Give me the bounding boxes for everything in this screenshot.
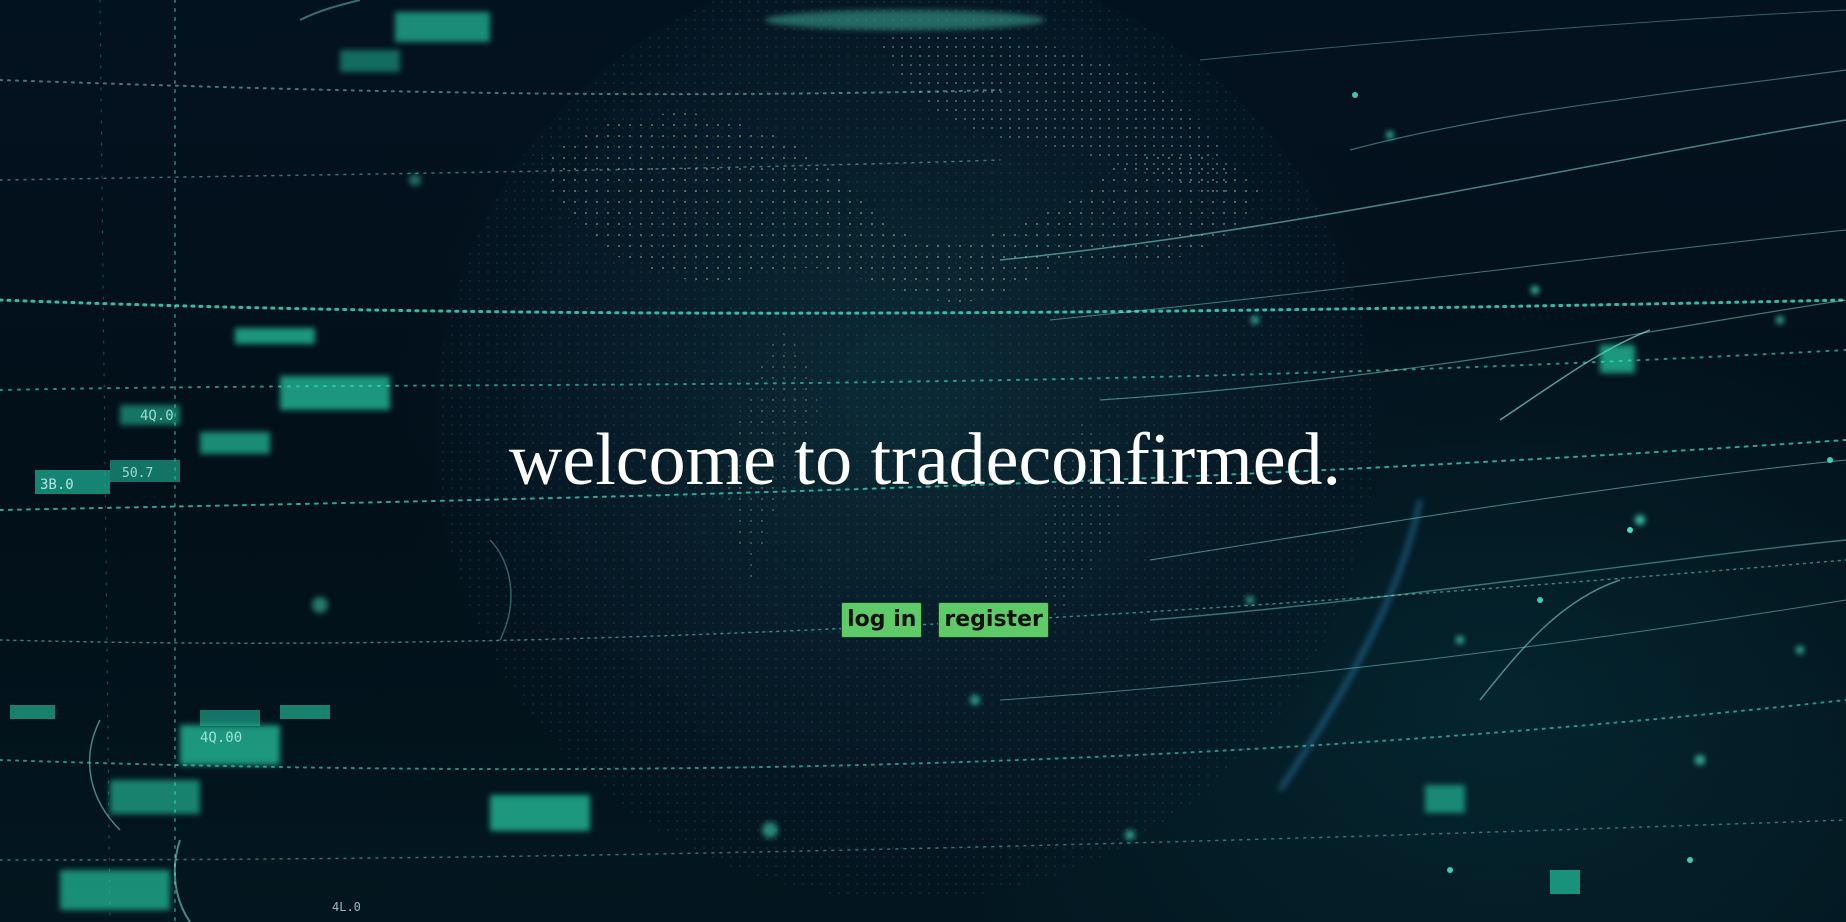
auth-actions: log in register xyxy=(0,602,1846,638)
landing-page: 3B.0 50.7 4Q.00 4Q.0 4L.0 welcome to tra… xyxy=(0,0,1846,922)
panel-label-3: 4Q.00 xyxy=(200,730,242,746)
panel-label-5: 4L.0 xyxy=(332,900,361,914)
welcome-heading: welcome to tradeconfirmed. xyxy=(508,419,1342,501)
register-button[interactable]: register xyxy=(938,602,1049,638)
login-button[interactable]: log in xyxy=(841,602,923,638)
